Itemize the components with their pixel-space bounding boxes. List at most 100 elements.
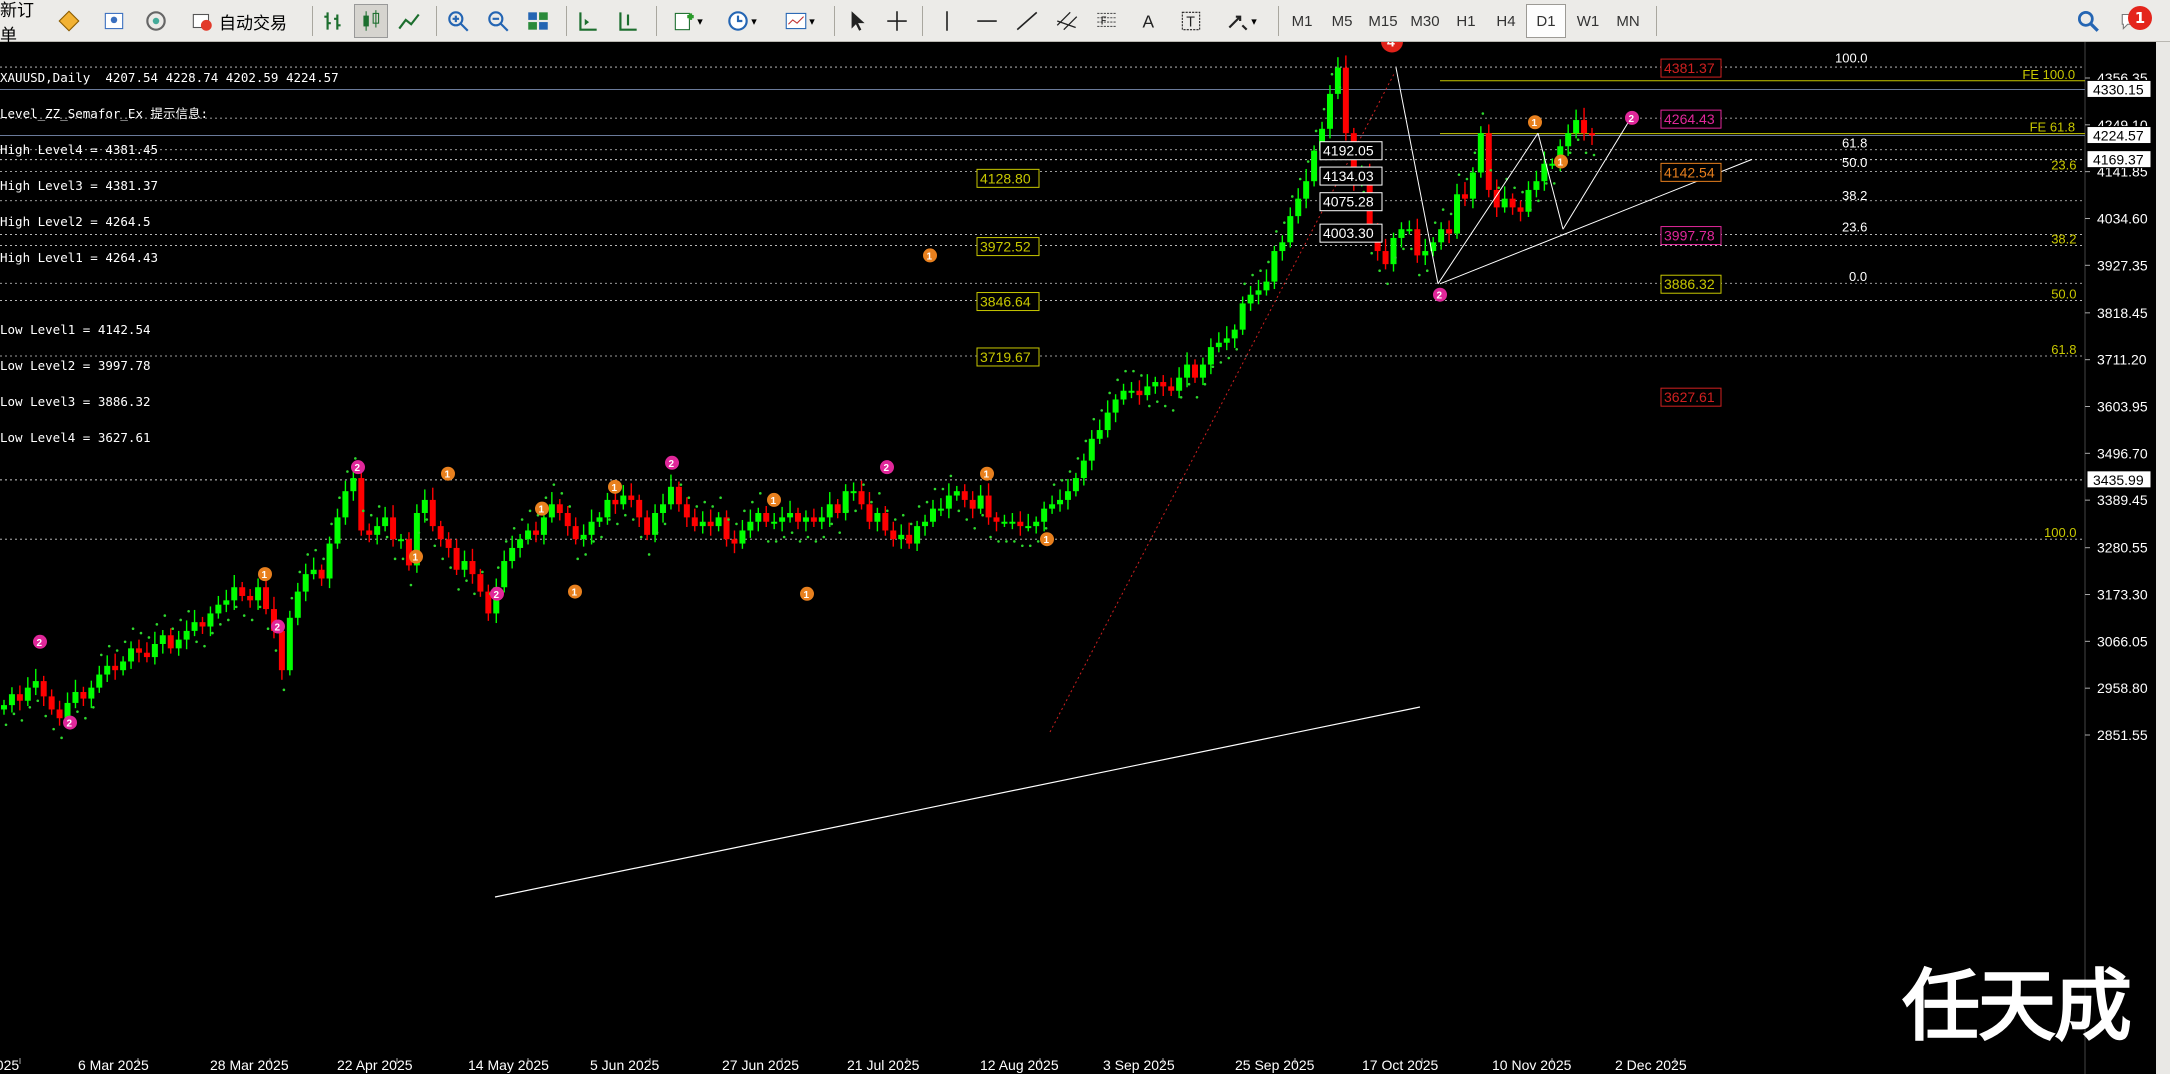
- timeframe-m30[interactable]: M30: [1404, 4, 1446, 38]
- timeframe-h4[interactable]: H4: [1486, 4, 1526, 38]
- sar-dot: [219, 623, 222, 626]
- candle-body: [715, 517, 722, 527]
- search-button[interactable]: [2070, 4, 2106, 38]
- candle-body: [564, 513, 571, 527]
- sar-dot: [1473, 151, 1477, 155]
- candle-body: [1192, 364, 1198, 378]
- sar-dot: [1584, 151, 1588, 155]
- arrows-button[interactable]: ▾: [1216, 4, 1266, 38]
- candle-body: [985, 495, 992, 518]
- timeframe-h1[interactable]: H1: [1446, 4, 1486, 38]
- candle-body: [1184, 364, 1191, 378]
- low-level-1: Low Level1 = 4142.54: [0, 322, 151, 337]
- sar-dot: [1259, 269, 1262, 272]
- candle-body: [914, 526, 921, 544]
- candle-body: [215, 604, 222, 614]
- sar-dot: [36, 699, 40, 703]
- auto-scroll-button[interactable]: [570, 4, 606, 38]
- sar-dot: [1553, 182, 1556, 185]
- cursor-button[interactable]: [840, 4, 874, 38]
- sar-dot: [1195, 396, 1199, 399]
- sar-dot: [1068, 470, 1072, 473]
- sar-dot: [1084, 439, 1088, 443]
- sar-dot: [1211, 365, 1215, 369]
- notifications-button[interactable]: 1: [2112, 4, 2152, 38]
- chart-shift-icon: [619, 12, 637, 31]
- candle-body: [1390, 237, 1397, 265]
- sar-dot: [1529, 208, 1532, 211]
- signals-button[interactable]: [136, 4, 176, 38]
- tile-windows-button[interactable]: [520, 4, 556, 38]
- fib-right-label: 38.2: [2051, 232, 2076, 247]
- sar-dot: [1171, 409, 1175, 412]
- sar-dot: [1314, 129, 1318, 133]
- zoom-out-button[interactable]: [480, 4, 516, 38]
- text-button[interactable]: A: [1132, 4, 1166, 38]
- vertical-line-button[interactable]: [930, 4, 964, 38]
- zigzag-line-3: [1562, 117, 1632, 230]
- sar-dot: [560, 492, 564, 495]
- timeframe-m5[interactable]: M5: [1322, 4, 1362, 38]
- timeframe-d1[interactable]: D1: [1526, 4, 1566, 38]
- candle-body: [1009, 521, 1016, 524]
- candle-body: [80, 692, 87, 699]
- strategy-tester-button[interactable]: [48, 4, 90, 38]
- candle-body: [755, 513, 762, 522]
- sar-dot: [28, 705, 32, 709]
- candle-body: [810, 517, 817, 522]
- semafor-level-label: 3627.61: [1664, 389, 1715, 405]
- timeframe-m15[interactable]: M15: [1362, 4, 1404, 38]
- templates-button[interactable]: ▾: [774, 4, 824, 38]
- price-tick-label: 3603.95: [2097, 399, 2148, 415]
- zoom-in-button[interactable]: [440, 4, 476, 38]
- timeframe-m1[interactable]: M1: [1282, 4, 1322, 38]
- candle-body: [620, 495, 627, 505]
- candle-body: [802, 517, 809, 522]
- candle-body: [779, 517, 786, 522]
- semafor-number: 1: [413, 553, 419, 564]
- bar-chart-button[interactable]: [316, 4, 350, 38]
- horizontal-line-button[interactable]: [970, 4, 1004, 38]
- sar-dot: [457, 588, 460, 591]
- sar-dot: [234, 605, 238, 609]
- sar-dot: [512, 526, 516, 530]
- fibonacci-button[interactable]: F: [1090, 4, 1124, 38]
- sar-dot: [242, 614, 246, 617]
- new-order-button[interactable]: 新订单: [0, 1, 44, 46]
- sar-dot: [441, 557, 445, 561]
- auto-trading-icon: [192, 13, 212, 31]
- date-label: Feb 2025: [0, 1057, 19, 1073]
- candle-body: [818, 517, 825, 522]
- sar-dot: [870, 500, 873, 504]
- trendline-icon: [1016, 11, 1038, 31]
- trendline-button[interactable]: [1010, 4, 1044, 38]
- sar-dot: [1513, 186, 1516, 190]
- timeframe-mn[interactable]: MN: [1608, 4, 1648, 38]
- sar-dot: [941, 487, 945, 491]
- sar-dot: [1425, 269, 1429, 272]
- candle-body: [358, 478, 365, 531]
- date-label: 22 Apr 2025: [337, 1057, 413, 1073]
- candle-body: [771, 521, 778, 524]
- chart-shift-button[interactable]: [610, 4, 646, 38]
- sar-dot: [719, 496, 722, 500]
- indicators-button[interactable]: ▾: [662, 4, 712, 38]
- equidistant-channel-button[interactable]: [1050, 4, 1084, 38]
- line-chart-button[interactable]: [392, 4, 426, 38]
- sar-dot: [84, 716, 87, 720]
- periods-button[interactable]: ▾: [716, 4, 766, 38]
- svg-text:A: A: [1143, 12, 1155, 32]
- sar-dot: [115, 649, 119, 652]
- crosshair-button[interactable]: [880, 4, 914, 38]
- sar-dot: [465, 579, 468, 582]
- text-label-button[interactable]: T: [1174, 4, 1208, 38]
- candle-body: [1477, 133, 1484, 173]
- date-label: 28 Mar 2025: [210, 1057, 289, 1073]
- sar-dot: [735, 522, 738, 526]
- sar-dot: [1243, 282, 1246, 286]
- candle-body: [628, 495, 635, 500]
- candlestick-button[interactable]: [354, 4, 388, 38]
- navigator-button[interactable]: [94, 4, 134, 38]
- timeframe-w1[interactable]: W1: [1568, 4, 1608, 38]
- auto-trading-button[interactable]: 自动交易: [178, 4, 298, 38]
